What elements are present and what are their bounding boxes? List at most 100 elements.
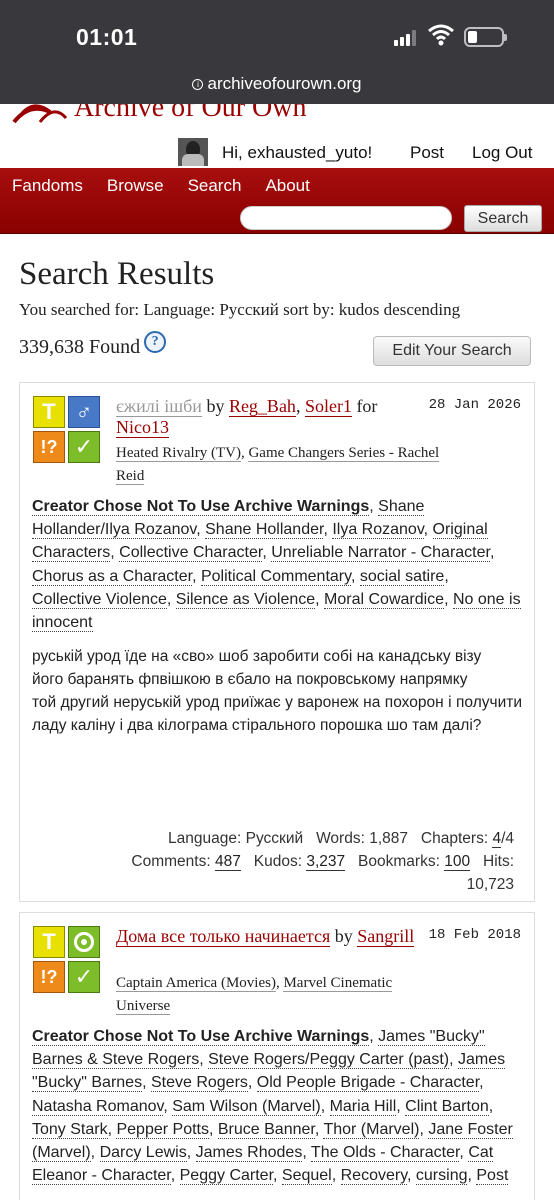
required-tags[interactable]: T ♂ !? ✓ (33, 396, 101, 464)
edit-search-button[interactable]: Edit Your Search (373, 336, 531, 366)
author-link[interactable]: Soler1 (304, 396, 352, 417)
fandom-list: Captain America (Movies), Marvel Cinemat… (116, 975, 393, 1015)
work-blurb: T ♂ !? ✓ єжилі ішби by Reg_Bah, Soler1 f… (19, 382, 535, 902)
nav-fandoms[interactable]: Fandoms (12, 176, 83, 196)
summary-line: його баранять фпвішкою в єбало на покров… (32, 671, 468, 688)
tag-link[interactable]: Sequel (281, 1167, 332, 1186)
warning-tag[interactable]: Creator Chose Not To Use Archive Warning… (32, 1028, 370, 1046)
tag-link[interactable]: Thor (Marvel) (323, 1120, 420, 1139)
tag-link[interactable]: Pepper Potts (116, 1120, 209, 1139)
site-search-input[interactable] (240, 206, 452, 230)
rating-not-rated-icon: T (33, 926, 65, 958)
comments-label: Comments: (131, 853, 211, 870)
words-label: Words: (316, 830, 365, 847)
fandom-list: Heated Rivalry (TV), Game Changers Serie… (116, 445, 440, 485)
work-blurb: T !? ✓ Дома все только начинается by San… (19, 912, 535, 1200)
tag-link[interactable]: Steve Rogers/Peggy Carter (past) (208, 1051, 450, 1070)
cellular-signal-icon (394, 30, 422, 46)
nav-browse[interactable]: Browse (107, 176, 164, 196)
results-count-text: 339,638 Found (19, 336, 141, 358)
tag-link[interactable]: Collective Character (119, 544, 263, 563)
summary-line: руській урод їде на «сво» шоб заробити с… (32, 648, 482, 665)
tag-list: Creator Chose Not To Use Archive Warning… (32, 498, 521, 633)
search-query-summary: You searched for: Language: Русский sort… (19, 300, 461, 319)
fandom-link[interactable]: Captain America (Movies) (116, 975, 276, 992)
tag-link[interactable]: Clint Barton (405, 1097, 489, 1116)
tag-list: Creator Chose Not To Use Archive Warning… (32, 1028, 513, 1186)
tag-link[interactable]: Maria Hill (329, 1097, 397, 1116)
author-link[interactable]: Reg_Bah (228, 396, 296, 417)
tag-link[interactable]: James Rhodes (195, 1144, 303, 1163)
tag-link[interactable]: social satire (359, 567, 445, 586)
words-value: 1,887 (369, 830, 408, 847)
category-gen-icon (68, 926, 100, 958)
work-heading: єжилі ішби by Reg_Bah, Soler1 for Nico13 (116, 396, 378, 438)
site-logo-text[interactable]: Archive of Our Own (74, 104, 307, 124)
tag-link[interactable]: Collective Violence (32, 590, 167, 609)
nav-search[interactable]: Search (188, 176, 242, 196)
user-bar: Hi, exhausted_yuto! Post Log Out (0, 136, 554, 168)
tag-link[interactable]: Ilya Rozanov (332, 521, 424, 540)
summary-line: той другий неруській урод приїжає у варо… (32, 694, 522, 734)
results-count: 339,638 Found? (19, 331, 167, 359)
tag-link[interactable]: Shane Hollander (205, 521, 324, 540)
chapters-label: Chapters: (420, 830, 489, 847)
fandom-link[interactable]: Heated Rivalry (TV) (116, 445, 241, 462)
work-stats: Language: Русский Words: 1,887 Chapters:… (24, 827, 514, 896)
rating-not-rated-icon: T (33, 396, 65, 428)
tag-link[interactable]: Silence as Violence (175, 590, 316, 609)
tag-link[interactable]: cursing (415, 1167, 468, 1186)
tag-link[interactable]: Peggy Carter (179, 1167, 274, 1186)
help-icon[interactable]: ? (144, 331, 167, 353)
logout-link[interactable]: Log Out (472, 143, 533, 163)
post-link[interactable]: Post (410, 143, 444, 163)
tag-link[interactable]: Natasha Romanov (32, 1097, 164, 1116)
complete-check-icon: ✓ (68, 961, 100, 993)
battery-icon (464, 27, 507, 47)
user-greeting-link[interactable]: Hi, exhausted_yuto! (222, 143, 372, 163)
tag-link[interactable]: Post (476, 1167, 509, 1186)
complete-check-icon: ✓ (68, 431, 100, 463)
tag-link[interactable]: Tony Stark (32, 1120, 108, 1139)
tag-link[interactable]: Sam Wilson (Marvel) (172, 1097, 321, 1116)
site-search-button[interactable]: Search (464, 205, 542, 232)
work-title-link[interactable]: єжилі ішби (116, 396, 202, 417)
work-summary: руській урод їде на «сво» шоб заробити с… (32, 645, 522, 737)
comments-link[interactable]: 487 (214, 853, 241, 871)
by-label: by (206, 396, 225, 416)
nav-about[interactable]: About (265, 176, 309, 196)
info-icon: i (192, 79, 204, 90)
warning-tag[interactable]: Creator Chose Not To Use Archive Warning… (32, 498, 370, 516)
work-date: 28 Jan 2026 (428, 397, 521, 413)
work-heading: Дома все только начинается by Sangrill (116, 926, 426, 947)
chapters-link[interactable]: 4 (492, 830, 502, 848)
tag-link[interactable]: Unreliable Narrator - Character (271, 544, 490, 563)
language-value: Русский (245, 830, 304, 847)
address-bar[interactable]: i archiveofourown.org (0, 74, 554, 94)
tag-link[interactable]: Darcy Lewis (99, 1144, 187, 1163)
category-mm-icon: ♂ (68, 396, 100, 428)
tag-link[interactable]: Chorus as a Character (32, 567, 193, 586)
chapters-total: /4 (501, 830, 514, 847)
tag-link[interactable]: Old People Brigade - Character (256, 1074, 480, 1093)
work-title-link[interactable]: Дома все только начинается (116, 926, 331, 947)
tag-link[interactable]: Moral Cowardice (324, 590, 445, 609)
bookmarks-link[interactable]: 100 (444, 853, 471, 871)
hits-value: 10,723 (466, 876, 514, 893)
ao3-logo-icon[interactable] (10, 104, 72, 128)
tag-link[interactable]: Bruce Banner (217, 1120, 315, 1139)
page-title: Search Results (19, 256, 215, 292)
bookmarks-label: Bookmarks: (358, 853, 440, 870)
hits-label: Hits: (483, 853, 514, 870)
required-tags[interactable]: T !? ✓ (33, 926, 101, 994)
tag-link[interactable]: Steve Rogers (150, 1074, 248, 1093)
author-link[interactable]: Sangrill (357, 926, 415, 947)
tag-link[interactable]: Political Commentary (200, 567, 351, 586)
kudos-link[interactable]: 3,237 (306, 853, 346, 871)
wifi-icon (428, 24, 454, 46)
recipient-link[interactable]: Nico13 (116, 417, 169, 438)
avatar[interactable] (178, 138, 208, 166)
by-label: by (334, 926, 353, 946)
tag-link[interactable]: The Olds - Character (310, 1144, 460, 1163)
tag-link[interactable]: Recovery (340, 1167, 408, 1186)
